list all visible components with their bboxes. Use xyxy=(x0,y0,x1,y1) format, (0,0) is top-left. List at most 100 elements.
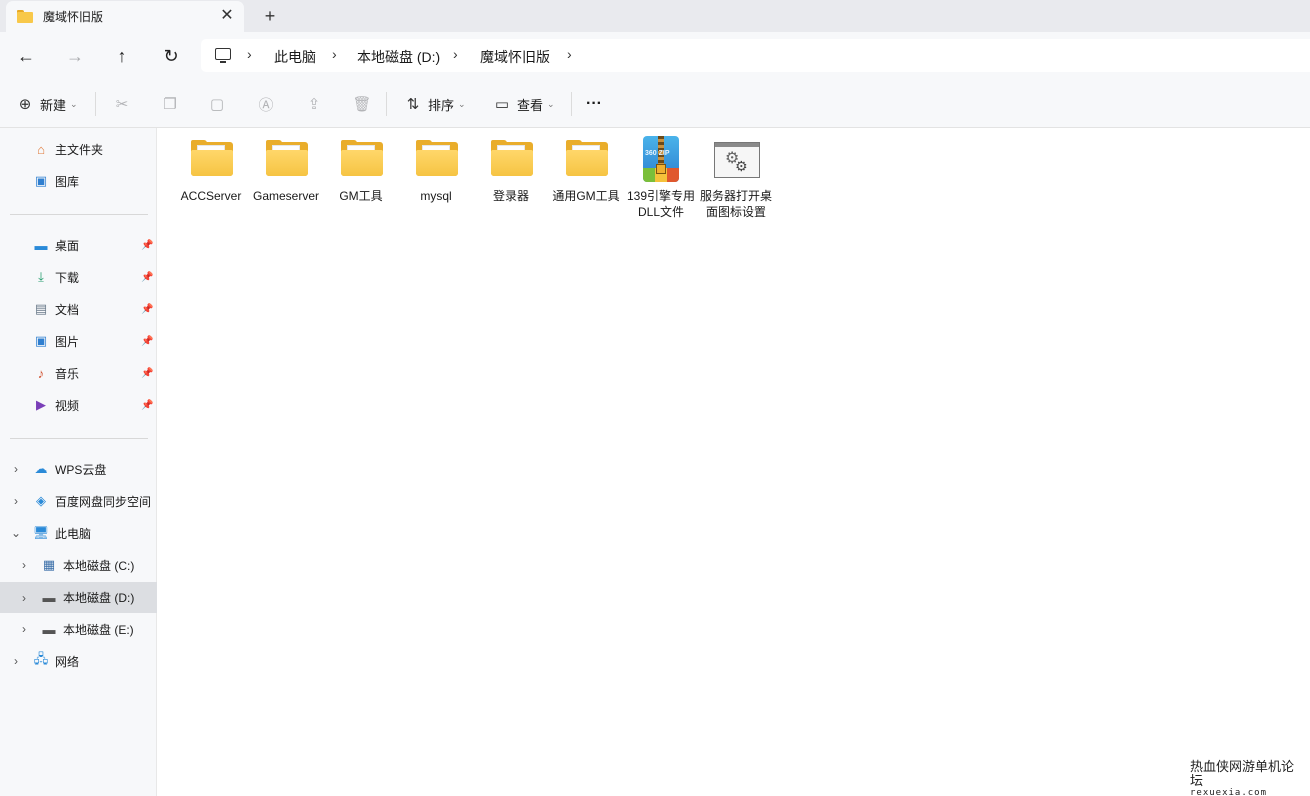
breadcrumb-current-folder[interactable]: 魔域怀旧版 xyxy=(480,47,550,67)
cut-icon[interactable]: ✂ xyxy=(113,95,131,113)
drive-icon: ▬ xyxy=(42,590,56,605)
delete-icon[interactable]: 🗑 xyxy=(352,95,371,113)
breadcrumb-drive-d[interactable]: 本地磁盘 (D:) xyxy=(357,47,440,67)
rename-icon[interactable]: Ⓐ xyxy=(257,95,275,114)
tab-title: 魔域怀旧版 xyxy=(43,10,104,24)
sidebar-item-label: 主文件夹 xyxy=(55,142,104,157)
chevron-right-icon[interactable]: › xyxy=(18,622,30,636)
sidebar-item-label: 文档 xyxy=(55,302,80,317)
sidebar-item-downloads[interactable]: ⤓ 下载 📌 xyxy=(0,264,157,290)
plus-circle-icon: ⊕ xyxy=(18,96,32,113)
file-item-general-gm-tools[interactable]: 通用GM工具 xyxy=(549,136,623,204)
network-icon: 🖧 xyxy=(33,651,49,666)
sidebar-item-label: 下载 xyxy=(55,270,80,285)
sort-label: 排序 xyxy=(428,97,455,113)
copy-icon[interactable]: ❐ xyxy=(161,95,179,113)
file-item-gm-tools[interactable]: GM工具 xyxy=(324,136,398,204)
breadcrumb-separator: › xyxy=(453,46,458,62)
pin-icon[interactable]: 📌 xyxy=(141,272,153,283)
toolbar-divider xyxy=(386,92,387,116)
chevron-right-icon[interactable]: › xyxy=(10,494,22,508)
toolbar-divider xyxy=(95,92,96,116)
close-tab-icon[interactable]: ✕ xyxy=(218,7,236,25)
sidebar-item-this-pc[interactable]: ⌄ 🖥 此电脑 xyxy=(0,520,157,546)
sidebar-divider xyxy=(10,214,148,215)
drive-c-icon: ▦ xyxy=(42,557,56,572)
folder-icon xyxy=(487,136,535,184)
file-name: 登录器 xyxy=(492,189,529,203)
chevron-right-icon[interactable]: › xyxy=(10,654,22,668)
sidebar-item-drive-c[interactable]: › ▦ 本地磁盘 (C:) xyxy=(0,552,157,578)
pictures-icon: ▣ xyxy=(34,333,48,348)
breadcrumb-expand-chevron[interactable]: › xyxy=(567,46,572,62)
file-name: GM工具 xyxy=(339,189,383,203)
pin-icon[interactable]: 📌 xyxy=(141,304,153,315)
sidebar-item-label: 本地磁盘 (E:) xyxy=(63,622,134,637)
new-button[interactable]: ⊕ 新建 ⌄ xyxy=(16,94,78,114)
sidebar-item-drive-d[interactable]: › ▬ 本地磁盘 (D:) xyxy=(0,582,157,613)
sort-button[interactable]: ⇅ 排序 ⌄ xyxy=(404,94,466,114)
breadcrumb-this-pc[interactable]: 此电脑 xyxy=(274,47,316,67)
sidebar-item-label: 图片 xyxy=(55,334,80,349)
sidebar-item-videos[interactable]: ▶ 视频 📌 xyxy=(0,392,157,418)
pin-icon[interactable]: 📌 xyxy=(141,368,153,379)
pin-icon[interactable]: 📌 xyxy=(141,400,153,411)
new-tab-button[interactable]: + xyxy=(260,6,280,26)
paste-icon[interactable]: ▢ xyxy=(208,95,226,113)
sidebar-item-gallery[interactable]: ▣ 图库 xyxy=(0,168,157,194)
file-name: 139引擎专用DLL文件 xyxy=(626,189,696,219)
file-item-desktop-icon-settings[interactable]: ⚙ ⚙ 服务器打开桌面图标设置 xyxy=(699,136,773,220)
chevron-down-icon[interactable]: ⌄ xyxy=(10,526,22,540)
sidebar-item-label: 本地磁盘 (D:) xyxy=(63,591,135,605)
music-icon: ♪ xyxy=(37,365,45,381)
sidebar-item-label: WPS云盘 xyxy=(55,462,107,477)
watermark-url: rexuexia.com xyxy=(1190,788,1268,796)
chevron-right-icon[interactable]: › xyxy=(18,558,30,572)
sidebar-item-documents[interactable]: ▤ 文档 📌 xyxy=(0,296,157,322)
breadcrumb-separator: › xyxy=(332,46,337,62)
file-item-dll-archive[interactable]: 360 ZIP 139引擎专用DLL文件 xyxy=(624,136,698,220)
watermark-title: 热血侠网游单机论坛 xyxy=(1190,759,1295,788)
up-button[interactable]: ↑ xyxy=(110,44,134,68)
sidebar-item-label: 视频 xyxy=(55,398,80,413)
file-name: mysql xyxy=(420,189,452,203)
sidebar-item-baidu-sync[interactable]: › ◈ 百度网盘同步空间 xyxy=(0,488,157,514)
folder-icon xyxy=(412,136,460,184)
chevron-right-icon[interactable]: › xyxy=(18,591,30,605)
folder-icon xyxy=(187,136,235,184)
tab-current-folder[interactable]: 魔域怀旧版 ✕ xyxy=(6,1,244,32)
download-icon: ⤓ xyxy=(38,269,44,284)
zip-badge-text: 360 ZIP xyxy=(645,150,670,157)
sidebar-item-home[interactable]: ⌂ 主文件夹 xyxy=(0,136,157,162)
sort-icon: ⇅ xyxy=(406,96,420,113)
sidebar-item-drive-e[interactable]: › ▬ 本地磁盘 (E:) xyxy=(0,616,157,642)
more-options-button[interactable]: ··· xyxy=(586,94,602,114)
sidebar-item-desktop[interactable]: ▬ 桌面 📌 xyxy=(0,232,157,258)
sidebar-item-pictures[interactable]: ▣ 图片 📌 xyxy=(0,328,157,354)
file-item-launcher[interactable]: 登录器 xyxy=(474,136,548,204)
back-button[interactable]: ← xyxy=(14,44,38,68)
file-name: 通用GM工具 xyxy=(552,189,620,203)
navigation-bar: ← → ↑ ↻ › 此电脑 › 本地磁盘 (D:) › 魔域怀旧版 › xyxy=(0,32,1310,80)
sidebar-item-wps-cloud[interactable]: › ☁ WPS云盘 xyxy=(0,456,157,482)
chevron-down-icon: ⌄ xyxy=(547,98,555,109)
chevron-right-icon[interactable]: › xyxy=(10,462,22,476)
cloud-icon: ☁ xyxy=(34,461,48,476)
refresh-button[interactable]: ↻ xyxy=(159,44,183,68)
file-item-mysql[interactable]: mysql xyxy=(399,136,473,204)
sidebar-item-label: 图库 xyxy=(55,174,80,189)
view-label: 查看 xyxy=(517,97,544,113)
sidebar-item-music[interactable]: ♪ 音乐 📌 xyxy=(0,360,157,386)
sidebar-item-network[interactable]: › 🖧 网络 xyxy=(0,648,157,674)
file-item-accserver[interactable]: ACCServer xyxy=(174,136,248,204)
file-item-gameserver[interactable]: Gameserver xyxy=(249,136,323,204)
view-button[interactable]: ▭ 查看 ⌄ xyxy=(493,94,555,114)
share-icon[interactable]: ⇪ xyxy=(305,95,323,113)
zip-archive-icon: 360 ZIP xyxy=(637,136,685,184)
breadcrumb-separator: › xyxy=(247,46,252,62)
pin-icon[interactable]: 📌 xyxy=(141,240,153,251)
forward-button[interactable]: → xyxy=(63,44,87,68)
navigation-pane: ⌂ 主文件夹 ▣ 图库 ▬ 桌面 📌 ⤓ 下载 📌 ▤ 文档 📌 ▣ 图片 📌 … xyxy=(0,128,157,796)
pin-icon[interactable]: 📌 xyxy=(141,336,153,347)
address-bar[interactable]: › 此电脑 › 本地磁盘 (D:) › 魔域怀旧版 › xyxy=(201,39,1310,72)
